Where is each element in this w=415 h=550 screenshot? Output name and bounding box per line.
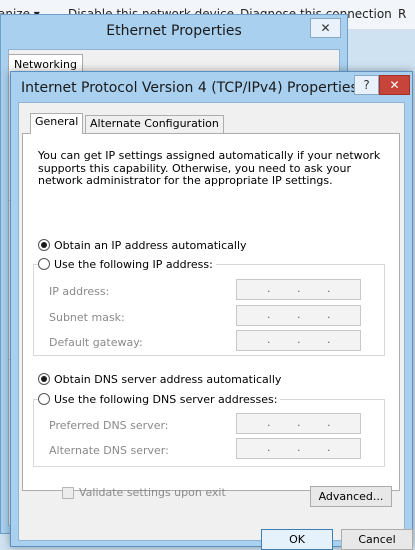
ip-octet-dot: . (327, 416, 331, 429)
subnet-mask-label: Subnet mask: (49, 311, 125, 324)
ip-address-input[interactable]: . . . (236, 279, 361, 300)
help-button[interactable]: ? (354, 75, 379, 95)
preferred-dns-label: Preferred DNS server: (49, 419, 169, 432)
validate-settings-label: Validate settings upon exit (79, 486, 226, 499)
ip-octet-dot: . (267, 441, 271, 454)
alternate-dns-input[interactable]: . . . (236, 438, 361, 459)
subnet-mask-input[interactable]: . . . (236, 305, 361, 326)
validate-settings-checkbox[interactable]: Validate settings upon exit (62, 486, 226, 499)
close-icon: ✕ (389, 78, 400, 92)
ip-octet-dot: . (327, 308, 331, 321)
ip-octet-dot: . (297, 441, 301, 454)
ip-octet-dot: . (297, 416, 301, 429)
preferred-dns-input[interactable]: . . . (236, 413, 361, 434)
default-gateway-input[interactable]: . . . (236, 330, 361, 351)
close-icon: ✕ (320, 21, 331, 35)
toolbar-overflow-item[interactable]: R (398, 7, 406, 21)
obtain-dns-auto-radio[interactable]: Obtain DNS server address automatically (38, 372, 285, 386)
alternate-dns-label: Alternate DNS server: (49, 444, 169, 457)
radio-selected-icon (38, 239, 50, 251)
cancel-button[interactable]: Cancel (341, 529, 413, 550)
general-tab-panel: You can get IP settings assigned automat… (22, 133, 400, 499)
ip-address-label: IP address: (49, 285, 110, 298)
use-following-dns-radio[interactable]: Use the following DNS server addresses: (38, 392, 281, 406)
ip-octet-dot: . (267, 333, 271, 346)
ip-octet-dot: . (267, 282, 271, 295)
radio-unselected-icon (38, 393, 50, 405)
obtain-ip-auto-label: Obtain an IP address automatically (54, 238, 247, 252)
ethernet-close-button[interactable]: ✕ (310, 18, 341, 38)
checkbox-unchecked-icon (62, 486, 74, 499)
radio-selected-icon (38, 373, 50, 385)
obtain-dns-auto-label: Obtain DNS server address automatically (54, 372, 282, 386)
dialog-client-area: General Alternate Configuration You can … (18, 102, 413, 550)
ip-octet-dot: . (327, 441, 331, 454)
ip-octet-dot: . (297, 308, 301, 321)
ip-octet-dot: . (297, 333, 301, 346)
obtain-ip-auto-radio[interactable]: Obtain an IP address automatically (38, 238, 250, 252)
ok-button[interactable]: OK (261, 529, 333, 550)
ip-octet-dot: . (267, 308, 271, 321)
ethernet-window-title: Ethernet Properties (106, 23, 242, 39)
description-text: You can get IP settings assigned automat… (38, 149, 381, 187)
ip-octet-dot: . (327, 282, 331, 295)
use-following-dns-label: Use the following DNS server addresses: (54, 392, 278, 406)
tab-general[interactable]: General (30, 113, 84, 134)
help-icon: ? (363, 78, 370, 92)
use-following-ip-radio[interactable]: Use the following IP address: (38, 257, 216, 271)
use-following-ip-label: Use the following IP address: (54, 257, 213, 271)
ip-octet-dot: . (327, 333, 331, 346)
default-gateway-label: Default gateway: (49, 336, 143, 349)
ip-octet-dot: . (267, 416, 271, 429)
ip-octet-dot: . (297, 282, 301, 295)
close-button[interactable]: ✕ (379, 75, 410, 95)
dialog-title: Internet Protocol Version 4 (TCP/IPv4) P… (21, 80, 358, 96)
ipv4-properties-dialog: Internet Protocol Version 4 (TCP/IPv4) P… (10, 71, 413, 550)
radio-unselected-icon (38, 258, 50, 270)
tab-alternate-configuration[interactable]: Alternate Configuration (85, 115, 224, 133)
advanced-button[interactable]: Advanced... (310, 486, 392, 507)
